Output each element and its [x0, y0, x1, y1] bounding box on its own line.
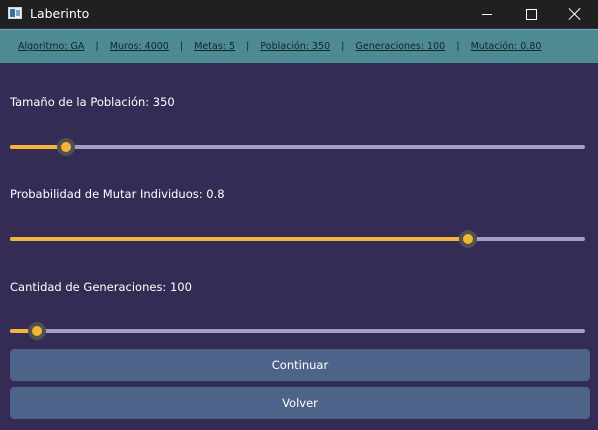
app-window: Laberinto Algoritmo: GA | Muros: 4000 | …: [0, 0, 598, 430]
separator: |: [456, 41, 460, 52]
window-title: Laberinto: [30, 6, 90, 21]
population-size-label: Tamaño de la Población: 350: [10, 95, 175, 109]
separator: |: [95, 41, 99, 52]
generations-slider[interactable]: [10, 320, 585, 342]
app-window-icon: [8, 7, 22, 19]
close-icon: [569, 8, 581, 20]
separator: |: [179, 41, 184, 52]
generations-label: Cantidad de Generaciones: 100: [10, 280, 192, 294]
info-goals[interactable]: Metas: 5: [194, 41, 235, 52]
slider-track: [10, 329, 585, 333]
title-bar: Laberinto: [0, 0, 598, 28]
minimize-icon: [482, 13, 492, 15]
mutation-probability-slider[interactable]: [10, 228, 585, 250]
separator: |: [341, 41, 345, 52]
slider-thumb[interactable]: [60, 142, 71, 152]
info-walls[interactable]: Muros: 4000: [110, 41, 169, 52]
info-generations[interactable]: Generaciones: 100: [356, 41, 446, 52]
info-mutation[interactable]: Mutación: 0.80: [471, 41, 542, 52]
maximize-button[interactable]: [508, 0, 554, 28]
mutation-probability-label: Probabilidad de Mutar Individuos: 0.8: [10, 187, 225, 201]
population-size-slider[interactable]: [10, 136, 585, 158]
slider-track: [10, 145, 585, 149]
maximize-icon: [525, 8, 537, 20]
separator: |: [246, 41, 250, 52]
back-button[interactable]: Volver: [10, 387, 590, 419]
info-algorithm[interactable]: Algoritmo: GA: [18, 41, 84, 52]
continue-button[interactable]: Continuar: [10, 349, 590, 381]
slider-thumb[interactable]: [32, 326, 43, 336]
close-button[interactable]: [552, 0, 598, 28]
info-population[interactable]: Población: 350: [260, 41, 330, 52]
minimize-button[interactable]: [464, 0, 510, 28]
settings-summary-bar: Algoritmo: GA | Muros: 4000 | Metas: 5 |…: [0, 29, 598, 63]
slider-fill: [10, 237, 469, 241]
